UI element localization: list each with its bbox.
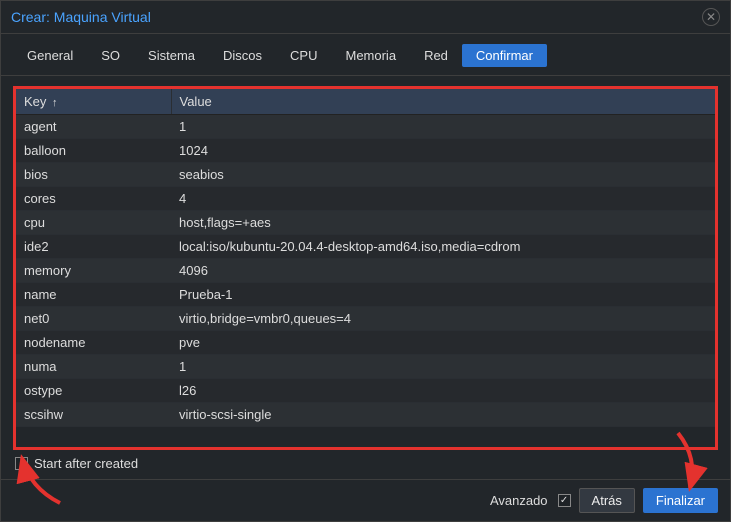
cell-value: virtio,bridge=vmbr0,queues=4 bbox=[171, 307, 715, 331]
sort-ascending-icon: ↑ bbox=[52, 97, 58, 109]
cell-key: agent bbox=[16, 115, 171, 139]
table-row[interactable]: balloon1024 bbox=[16, 139, 715, 163]
column-header-key[interactable]: Key ↑ bbox=[16, 89, 171, 115]
cell-key: memory bbox=[16, 259, 171, 283]
config-summary-table: Key ↑ Value agent1balloon1024biosseabios… bbox=[13, 86, 718, 450]
cell-value: local:iso/kubuntu-20.04.4-desktop-amd64.… bbox=[171, 235, 715, 259]
tab-sistema[interactable]: Sistema bbox=[134, 44, 209, 67]
dialog-footer: Avanzado Atrás Finalizar bbox=[1, 479, 730, 521]
start-after-created-row: Start after created bbox=[13, 450, 718, 473]
cell-value: 1 bbox=[171, 115, 715, 139]
tab-so[interactable]: SO bbox=[87, 44, 134, 67]
table-row[interactable]: agent1 bbox=[16, 115, 715, 139]
cell-key: balloon bbox=[16, 139, 171, 163]
dialog-titlebar: Crear: Maquina Virtual ✕ bbox=[1, 1, 730, 34]
table-row[interactable]: nodenamepve bbox=[16, 331, 715, 355]
cell-key: net0 bbox=[16, 307, 171, 331]
table-row[interactable]: cpuhost,flags=+aes bbox=[16, 211, 715, 235]
cell-value: 4 bbox=[171, 187, 715, 211]
cell-key: bios bbox=[16, 163, 171, 187]
cell-value: pve bbox=[171, 331, 715, 355]
cell-value: l26 bbox=[171, 379, 715, 403]
cell-key: scsihw bbox=[16, 403, 171, 427]
table-row[interactable]: ide2local:iso/kubuntu-20.04.4-desktop-am… bbox=[16, 235, 715, 259]
close-icon[interactable]: ✕ bbox=[702, 8, 720, 26]
table-row[interactable]: net0virtio,bridge=vmbr0,queues=4 bbox=[16, 307, 715, 331]
cell-key: ide2 bbox=[16, 235, 171, 259]
start-after-created-label: Start after created bbox=[34, 456, 138, 471]
table-row[interactable]: numa1 bbox=[16, 355, 715, 379]
cell-key: cores bbox=[16, 187, 171, 211]
tab-discos[interactable]: Discos bbox=[209, 44, 276, 67]
cell-key: name bbox=[16, 283, 171, 307]
tab-strip: GeneralSOSistemaDiscosCPUMemoriaRedConfi… bbox=[1, 34, 730, 76]
advanced-label: Avanzado bbox=[490, 493, 548, 508]
cell-value: 4096 bbox=[171, 259, 715, 283]
cell-value: virtio-scsi-single bbox=[171, 403, 715, 427]
tab-general[interactable]: General bbox=[13, 44, 87, 67]
table-row[interactable]: memory4096 bbox=[16, 259, 715, 283]
cell-value: host,flags=+aes bbox=[171, 211, 715, 235]
cell-key: nodename bbox=[16, 331, 171, 355]
tab-memoria[interactable]: Memoria bbox=[331, 44, 410, 67]
cell-value: seabios bbox=[171, 163, 715, 187]
cell-value: 1 bbox=[171, 355, 715, 379]
tab-confirmar[interactable]: Confirmar bbox=[462, 44, 547, 67]
dialog-body: Key ↑ Value agent1balloon1024biosseabios… bbox=[1, 76, 730, 479]
table-row[interactable]: biosseabios bbox=[16, 163, 715, 187]
create-vm-dialog: Crear: Maquina Virtual ✕ GeneralSOSistem… bbox=[0, 0, 731, 522]
cell-value: 1024 bbox=[171, 139, 715, 163]
back-button[interactable]: Atrás bbox=[579, 488, 635, 513]
column-header-value[interactable]: Value bbox=[171, 89, 715, 115]
dialog-title: Crear: Maquina Virtual bbox=[11, 9, 151, 25]
table-row[interactable]: ostypel26 bbox=[16, 379, 715, 403]
finish-button[interactable]: Finalizar bbox=[643, 488, 718, 513]
table-row[interactable]: cores4 bbox=[16, 187, 715, 211]
tab-red[interactable]: Red bbox=[410, 44, 462, 67]
advanced-checkbox[interactable] bbox=[558, 494, 571, 507]
cell-key: ostype bbox=[16, 379, 171, 403]
cell-key: cpu bbox=[16, 211, 171, 235]
cell-key: numa bbox=[16, 355, 171, 379]
start-after-created-checkbox[interactable] bbox=[15, 457, 28, 470]
cell-value: Prueba-1 bbox=[171, 283, 715, 307]
table-row[interactable]: namePrueba-1 bbox=[16, 283, 715, 307]
table-row[interactable]: scsihwvirtio-scsi-single bbox=[16, 403, 715, 427]
tab-cpu[interactable]: CPU bbox=[276, 44, 331, 67]
